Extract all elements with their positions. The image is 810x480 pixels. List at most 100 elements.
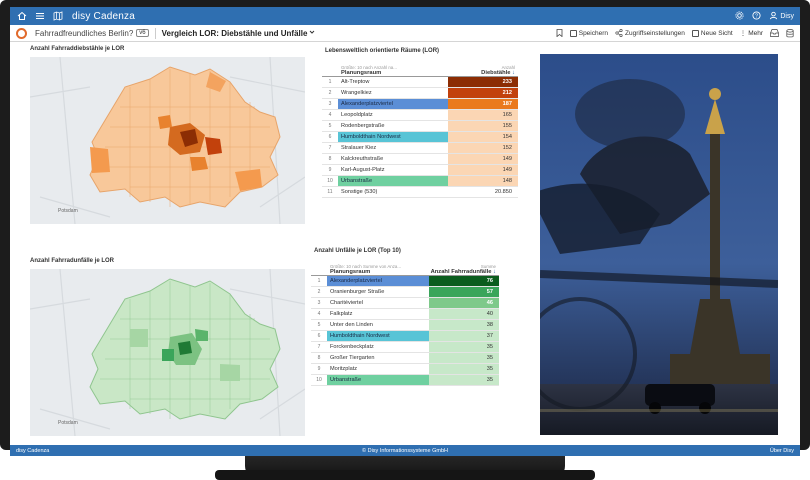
new-view-button[interactable]: Neue Sicht [691,29,733,37]
table-row[interactable]: 7 Forckenbeckplatz 35 [311,342,499,353]
row-number: 4 [328,112,332,118]
more-button[interactable]: ⋮ Mehr [739,29,763,38]
column-header-planungsraum[interactable]: Größte: 10 nach Anzahl na... Planungsrau… [338,59,448,76]
cell-planungsraum: Urbanstraße [327,375,429,385]
cell-planungsraum: Großer Tiergarten [330,355,375,361]
cyclist-photo [540,54,778,435]
cell-planungsraum: Falkplatz [330,311,353,317]
cell-value: 149 [448,154,518,164]
table-row[interactable]: 10 Urbanstraße 35 [311,375,499,386]
table-row[interactable]: 6 Humboldthain Nordwest 37 [311,331,499,342]
table-row[interactable]: 11 Sonstige (530) 20.850 [322,187,518,198]
table-row[interactable]: 5 Rodenbergstraße 155 [322,121,518,132]
cell-planungsraum: Forckenbeckplatz [330,344,374,350]
user-icon [769,11,778,22]
table-row[interactable]: 1 Alexanderplatzviertel 76 [311,276,499,287]
inbox-button[interactable] [770,29,779,37]
table-row[interactable]: 8 Großer Tiergarten 35 [311,353,499,364]
table-row[interactable]: 3 Alexanderplatzviertel 187 [322,99,518,110]
cell-planungsraum: Alexanderplatzviertel [338,99,448,109]
map-thefts[interactable]: Potsdam [30,57,305,224]
row-number: 3 [317,300,321,306]
table-thefts: Größte: 10 nach Anzahl na... Planungsrau… [322,59,518,198]
map2-title: Anzahl Fahrradunfälle je LOR [30,258,115,264]
cell-value: 57 [429,287,499,297]
row-number: 5 [328,123,332,129]
view-toolbar: Fahrradfreundliches Berlin? v6 Vergleich… [10,25,800,42]
cell-value: 46 [429,298,499,308]
cell-planungsraum: Alexanderplatzviertel [327,276,429,286]
table-row[interactable]: 2 Wrangelkiez 212 [322,88,518,99]
cell-value: 149 [448,165,518,175]
target-logo-icon [16,27,27,39]
more-label: Mehr [748,29,763,37]
table-row[interactable]: 6 Humboldthain Nordwest 154 [322,132,518,143]
cell-planungsraum: Wrangelkiez [341,90,372,96]
sort-desc-icon: ↓ [493,269,496,275]
row-number: 9 [328,167,332,173]
cell-value: 38 [429,320,499,330]
version-badge: v6 [136,29,149,37]
bookmark-button[interactable] [556,29,563,37]
row-number: 1 [328,79,332,85]
access-settings-button[interactable]: Zugriffseinstellungen [615,29,685,37]
cell-planungsraum: Karl-August-Platz [341,167,385,173]
cell-value: 212 [448,88,518,98]
table-row[interactable]: 3 Charitéviertel 46 [311,298,499,309]
table-accidents: Größte: 10 nach Summe von Anza... Planun… [311,258,499,386]
table-row[interactable]: 7 Stralauer Kiez 152 [322,143,518,154]
cell-planungsraum: Urbanstraße [338,176,448,186]
settings-icon[interactable] [735,10,744,22]
row-number: 5 [317,322,321,328]
app-screen: disy Cadenza ? Disy Fahrradfreundliches … [10,7,800,456]
table-row[interactable]: 9 Moritzplatz 35 [311,364,499,375]
view-title[interactable]: Vergleich LOR: Diebstähle und Unfälle [162,29,308,38]
table-row[interactable]: 2 Oranienburger Straße 57 [311,287,499,298]
cell-planungsraum: Sonstige (530) [341,189,378,195]
table-header: Größte: 10 nach Anzahl na... Planungsrau… [322,59,518,77]
row-number: 7 [328,145,332,151]
map-icon[interactable] [52,10,64,22]
cell-planungsraum: Stralauer Kiez [341,145,377,151]
column-header-diebstaehle[interactable]: Anzahl Diebstähle ↓ [448,59,518,76]
cell-value: 35 [429,353,499,363]
potsdam-label: Potsdam [58,420,78,426]
table-row[interactable]: 10 Urbanstraße 148 [322,176,518,187]
row-number: 9 [317,366,321,372]
table-row[interactable]: 1 Alt-Treptow 233 [322,77,518,88]
cell-planungsraum: Oranienburger Straße [330,289,385,295]
table-row[interactable]: 8 Kalckreuthstraße 149 [322,154,518,165]
column-label: Planungsraum [330,269,371,275]
cell-value: 187 [448,99,518,109]
new-view-icon [691,29,699,37]
project-title[interactable]: Fahrradfreundliches Berlin? [35,29,133,38]
table-row[interactable]: 9 Karl-August-Platz 149 [322,165,518,176]
cell-value: 20.850 [448,187,518,197]
row-number: 6 [328,134,332,140]
home-icon[interactable] [16,10,28,22]
help-icon[interactable]: ? [752,10,761,22]
table2-title: Anzahl Unfälle je LOR (Top 10) [314,248,401,254]
table-row[interactable]: 4 Falkplatz 40 [311,309,499,320]
map-accidents[interactable]: Potsdam [30,269,305,436]
user-menu[interactable]: Disy [769,11,794,22]
save-label: Speichern [578,29,609,37]
column-header-fahrradunfaelle[interactable]: Summe Anzahl Fahrradunfälle ↓ [429,258,499,275]
share-icon [615,29,623,37]
column-header-planungsraum[interactable]: Größte: 10 nach Summe von Anza... Planun… [327,258,429,275]
access-settings-label: Zugriffseinstellungen [625,29,685,37]
row-number: 2 [317,289,321,295]
menu-icon[interactable] [34,10,46,22]
cell-value: 40 [429,309,499,319]
inbox-icon [770,29,779,37]
more-icon: ⋮ [739,30,747,37]
table-row[interactable]: 5 Unter den Linden 38 [311,320,499,331]
save-button[interactable]: Speichern [569,29,609,37]
table-row[interactable]: 4 Leopoldplatz 165 [322,110,518,121]
database-icon [786,28,794,37]
footer-bar: disy Cadenza © Disy Informationssysteme … [10,445,800,456]
row-number: 10 [327,178,333,184]
cell-value: 35 [429,364,499,374]
chevron-down-icon[interactable] [309,29,315,37]
database-button[interactable] [786,28,794,38]
